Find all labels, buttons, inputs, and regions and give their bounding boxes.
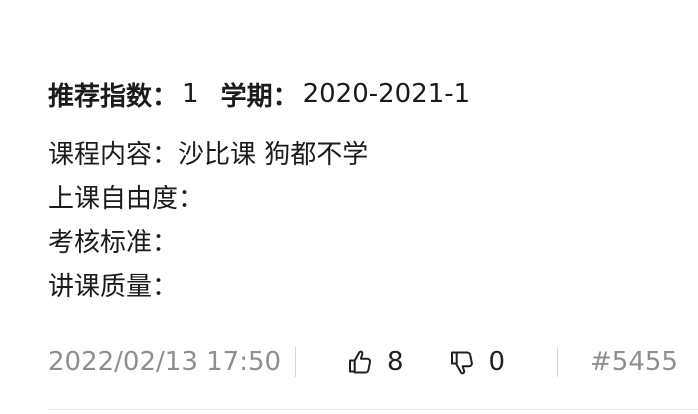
footer-divider-right	[557, 347, 558, 377]
bottom-divider	[48, 409, 698, 410]
recommend-value: 1	[182, 79, 199, 109]
upvote-count: 8	[387, 347, 404, 377]
downvote-count: 0	[488, 347, 506, 377]
thumbs-up-icon	[349, 350, 372, 374]
teaching-quality-line: 讲课质量：	[48, 272, 179, 302]
term-value: 2020-2021-1	[302, 79, 471, 109]
course-review-card: 推荐指数： 1 学期： 2020-2021-1 课程内容：沙比课 狗都不学 上课…	[0, 0, 698, 414]
assessment-standard-line: 考核标准：	[48, 228, 179, 258]
recommend-label: 推荐指数：	[48, 81, 179, 112]
course-detail-list: 课程内容：沙比课 狗都不学 上课自由度： 考核标准： 讲课质量：	[48, 133, 668, 309]
post-id: #5455	[590, 347, 678, 377]
class-freedom-line: 上课自由度：	[48, 184, 205, 214]
vote-area: 8 0	[296, 338, 557, 386]
post-timestamp: 2022/02/13 17:50	[48, 347, 282, 377]
review-footer: 2022/02/13 17:50 8 0 #5455	[48, 338, 678, 386]
upvote-button[interactable]: 8	[346, 338, 404, 386]
term-label: 学期：	[220, 81, 299, 112]
course-meta: 推荐指数： 1 学期： 2020-2021-1	[48, 74, 470, 114]
thumbs-down-icon	[450, 351, 473, 375]
downvote-button[interactable]: 0	[448, 338, 506, 386]
course-content-line: 课程内容：沙比课 狗都不学	[48, 140, 369, 170]
